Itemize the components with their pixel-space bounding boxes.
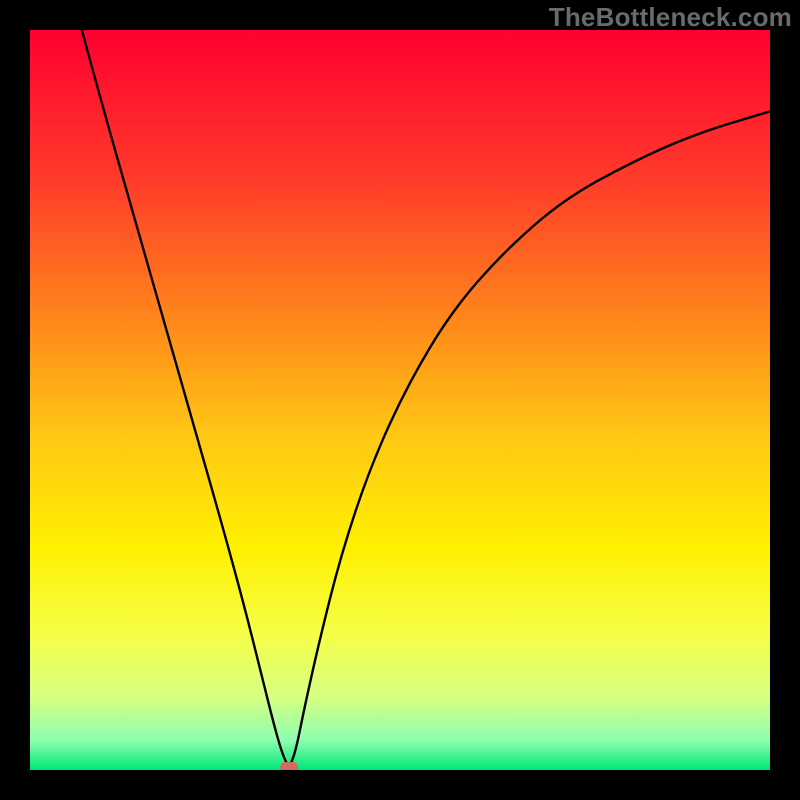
minimum-marker [280,762,298,770]
watermark-text: TheBottleneck.com [549,2,792,33]
chart-frame: TheBottleneck.com [0,0,800,800]
chart-plot [30,30,770,770]
